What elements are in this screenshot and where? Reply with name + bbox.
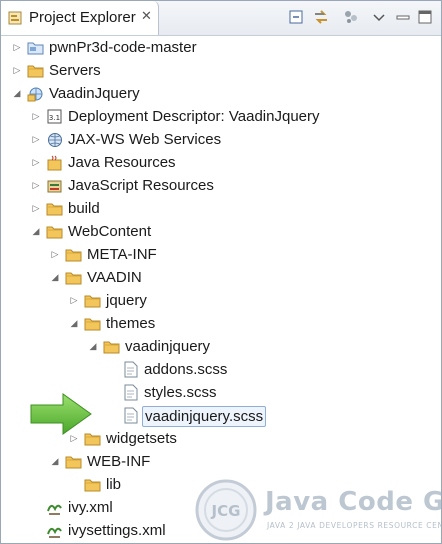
- tree-item-label: pwnPr3d-code-master: [49, 39, 197, 56]
- tab-title: Project Explorer: [29, 9, 136, 26]
- tree-item-label: VAADIN: [87, 269, 142, 286]
- project-folder-icon: [27, 42, 44, 55]
- expanded-arrow-icon[interactable]: ◢: [11, 82, 23, 105]
- file-icon: [124, 384, 138, 401]
- tree-item-jaxws[interactable]: ▷ JAX-WS Web Services: [1, 128, 441, 151]
- minimize-icon[interactable]: [393, 7, 413, 27]
- folder-icon: [65, 249, 82, 262]
- expanded-arrow-icon[interactable]: ◢: [87, 335, 99, 358]
- tree-item-deployment[interactable]: ▷ 3.1 Deployment Descriptor: VaadinJquery: [1, 105, 441, 128]
- svg-text:JCG: JCG: [211, 502, 241, 520]
- tree-item-label: VaadinJquery: [49, 85, 140, 102]
- view-menu-icon[interactable]: [369, 7, 389, 27]
- collapsed-arrow-icon[interactable]: ▷: [30, 174, 42, 197]
- tree-item-label: vaadinjquery.scss: [142, 406, 267, 427]
- filters-icon[interactable]: [341, 7, 361, 27]
- folder-icon: [84, 318, 101, 331]
- watermark-name: Java Code Geeks: [265, 487, 441, 517]
- tree-item-servers[interactable]: ▷ Servers: [1, 59, 441, 82]
- expanded-arrow-icon[interactable]: ◢: [49, 450, 61, 473]
- tree-item-label: jquery: [106, 292, 147, 309]
- tree-item-addons[interactable]: addons.scss: [1, 358, 441, 381]
- web-project-icon: [27, 87, 43, 102]
- tab-project-explorer[interactable]: Project Explorer ✕: [1, 1, 159, 35]
- tree-item-vaadinjquery[interactable]: ◢ VaadinJquery: [1, 82, 441, 105]
- tree-item-build[interactable]: ▷ build: [1, 197, 441, 220]
- tree-item-pwnpr3d[interactable]: ▷ pwnPr3d-code-master: [1, 36, 441, 59]
- folder-icon: [46, 203, 63, 216]
- tree-item-js-resources[interactable]: ▷ JavaScript Resources: [1, 174, 441, 197]
- folder-icon: [84, 295, 101, 308]
- tree-item-meta-inf[interactable]: ▷ META-INF: [1, 243, 441, 266]
- collapsed-arrow-icon[interactable]: ▷: [30, 105, 42, 128]
- project-explorer-view: Project Explorer ✕ ▷ pwnPr3d-code-master ▷…: [0, 0, 442, 544]
- folder-icon: [27, 65, 44, 78]
- watermark-tagline: JAVA 2 JAVA DEVELOPERS RESOURCE CENTER: [267, 521, 442, 530]
- collapsed-arrow-icon[interactable]: ▷: [30, 197, 42, 220]
- file-icon: [124, 407, 138, 424]
- folder-icon: [103, 341, 120, 354]
- folder-icon: [65, 272, 82, 285]
- javascript-resources-icon: [47, 180, 62, 193]
- collapsed-arrow-icon[interactable]: ▷: [11, 59, 23, 82]
- svg-text:3.1: 3.1: [49, 114, 60, 122]
- tree-item-label: widgetsets: [106, 430, 177, 447]
- tree-item-label: JAX-WS Web Services: [68, 131, 222, 148]
- tree-item-label: vaadinjquery: [125, 338, 211, 355]
- tree-item-vaadin[interactable]: ◢ VAADIN: [1, 266, 441, 289]
- tree-item-label: themes: [106, 315, 156, 332]
- jcg-logo-icon: JCG: [195, 479, 257, 541]
- ivy-file-icon: [47, 527, 62, 538]
- tree-item-web-inf[interactable]: ◢ WEB-INF: [1, 450, 441, 473]
- tree-item-webcontent[interactable]: ◢ WebContent: [1, 220, 441, 243]
- view-tab-bar: Project Explorer ✕: [1, 1, 441, 36]
- collapsed-arrow-icon[interactable]: ▷: [49, 243, 61, 266]
- tree-item-vaadinjquery-theme[interactable]: ◢ vaadinjquery: [1, 335, 441, 358]
- tree-item-label: WebContent: [68, 223, 152, 240]
- project-tree: ▷ pwnPr3d-code-master ▷ Servers ◢ VaadinJquer…: [1, 36, 441, 543]
- tree-item-label: JavaScript Resources: [68, 177, 214, 194]
- java-code-geeks-watermark: JCG Java Code Geeks JAVA 2 JAVA DEVELOPE…: [193, 477, 441, 543]
- tree-item-label: Servers: [49, 62, 101, 79]
- java-resources-icon: [47, 155, 62, 171]
- deployment-descriptor-icon: 3.1: [47, 109, 62, 124]
- tree-item-label: META-INF: [87, 246, 157, 263]
- project-explorer-icon: [8, 11, 22, 25]
- folder-icon: [84, 479, 101, 492]
- file-icon: [124, 361, 138, 378]
- folder-icon: [46, 226, 63, 239]
- web-services-icon: [48, 133, 62, 147]
- link-with-editor-icon[interactable]: [311, 7, 331, 27]
- collapsed-arrow-icon[interactable]: ▷: [11, 36, 23, 59]
- tree-item-themes[interactable]: ◢ themes: [1, 312, 441, 335]
- tree-item-jquery[interactable]: ▷ jquery: [1, 289, 441, 312]
- tree-item-label: ivy.xml: [68, 499, 113, 516]
- tree-item-label: ivysettings.xml: [68, 522, 166, 539]
- close-icon[interactable]: ✕: [141, 8, 152, 24]
- collapsed-arrow-icon[interactable]: ▷: [30, 151, 42, 174]
- collapsed-arrow-icon[interactable]: ▷: [68, 289, 80, 312]
- collapse-all-icon[interactable]: [287, 7, 307, 27]
- tree-item-label: Java Resources: [68, 154, 176, 171]
- maximize-icon[interactable]: [415, 7, 435, 27]
- ivy-file-icon: [47, 504, 62, 515]
- expanded-arrow-icon[interactable]: ◢: [68, 312, 80, 335]
- folder-icon: [65, 456, 82, 469]
- collapsed-arrow-icon[interactable]: ▷: [30, 128, 42, 151]
- tree-item-label: styles.scss: [144, 384, 217, 401]
- tree-item-java-resources[interactable]: ▷ Java Resources: [1, 151, 441, 174]
- tree-item-label: build: [68, 200, 100, 217]
- expanded-arrow-icon[interactable]: ◢: [49, 266, 61, 289]
- expanded-arrow-icon[interactable]: ◢: [30, 220, 42, 243]
- tree-item-label: Deployment Descriptor: VaadinJquery: [68, 108, 320, 125]
- tree-item-label: lib: [106, 476, 122, 493]
- tree-item-label: WEB-INF: [87, 453, 151, 470]
- green-pointer-arrow-icon: [30, 393, 92, 435]
- tree-item-label: addons.scss: [144, 361, 228, 378]
